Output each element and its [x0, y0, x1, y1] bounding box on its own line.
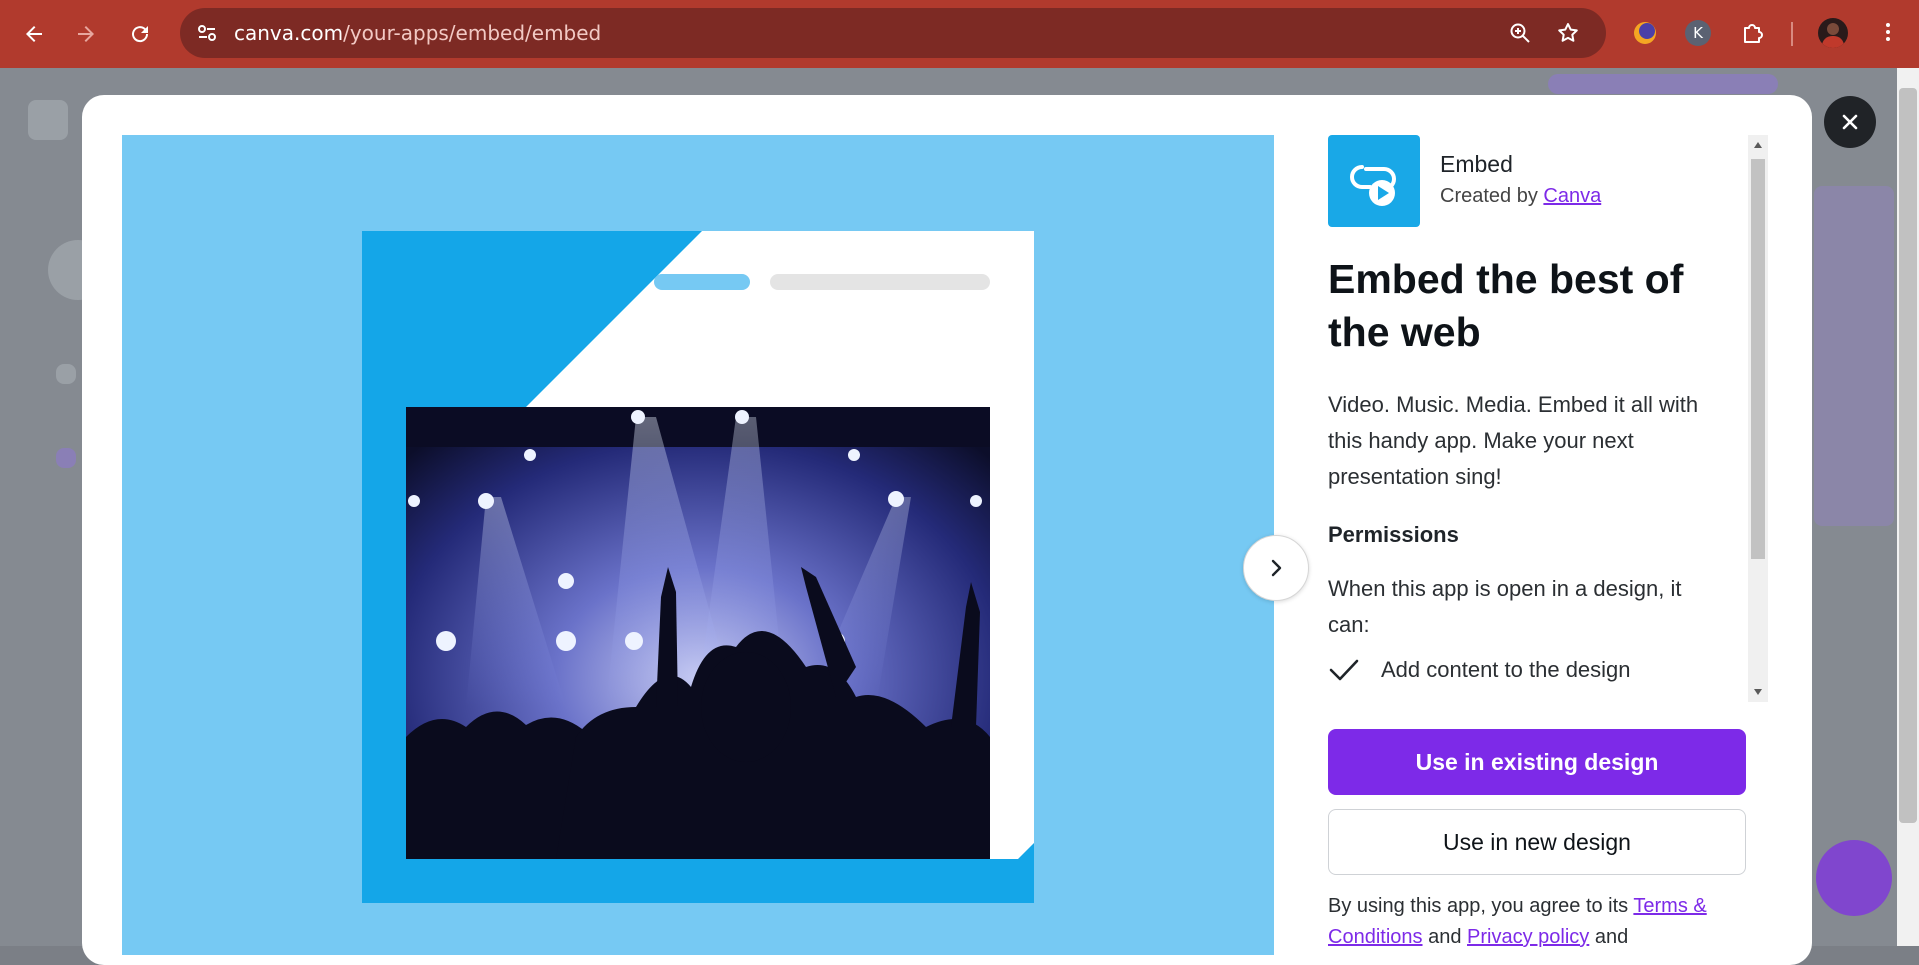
use-in-existing-design-button[interactable]: Use in existing design	[1328, 729, 1746, 795]
close-icon	[1842, 114, 1858, 130]
extensions-puzzle-icon[interactable]	[1740, 20, 1766, 46]
bg-top-bar	[28, 100, 68, 140]
app-description: Video. Music. Media. Embed it all with t…	[1328, 392, 1699, 489]
app-headline: Embed the best of the web	[1328, 256, 1684, 355]
chevron-right-icon	[1271, 559, 1282, 577]
site-settings-icon[interactable]	[196, 22, 218, 44]
bookmark-star-icon[interactable]	[1556, 21, 1580, 45]
app-creator: Created by Canva	[1440, 185, 1601, 208]
info-panel-scrollbar-thumb[interactable]	[1751, 159, 1765, 559]
reload-icon	[132, 26, 149, 43]
url-domain: canva.com	[234, 21, 344, 45]
bg-right-card	[1814, 186, 1894, 526]
profile-k-icon[interactable]: K	[1685, 20, 1711, 46]
link-play-icon	[1350, 165, 1396, 206]
user-avatar[interactable]	[1818, 18, 1848, 48]
permissions-heading: Permissions	[1328, 522, 1459, 547]
forward-arrow-icon	[78, 26, 94, 42]
help-bubble[interactable]	[1816, 840, 1892, 916]
app-name: Embed	[1440, 151, 1513, 177]
app-info-panel: Embed Created by Canva Embed the best of…	[1328, 135, 1748, 705]
terms-and: and	[1428, 926, 1462, 948]
browser-toolbar: canva.com/your-apps/embed/embed K	[0, 0, 1919, 68]
close-modal-button[interactable]	[1824, 96, 1876, 148]
bg-top-right-button	[1548, 74, 1778, 94]
profile-letter: K	[1693, 24, 1703, 42]
url-path: /your-apps/embed/embed	[343, 21, 602, 45]
terms-prefix: By using this app, you agree to its	[1328, 895, 1629, 917]
card-left-band	[362, 231, 406, 903]
card-bottom-band	[362, 859, 1034, 903]
url-text: canva.com/your-apps/embed/embed	[234, 21, 601, 45]
scroll-up-arrow-icon[interactable]	[1753, 141, 1763, 149]
bg-sidebar-item-active	[56, 448, 76, 468]
placeholder-pill-blue	[654, 274, 750, 290]
concert-photo	[406, 407, 990, 859]
extension-color-icon[interactable]	[1632, 20, 1658, 46]
creator-link[interactable]: Canva	[1543, 185, 1601, 207]
app-details-modal: Embed Created by Canva Embed the best of…	[82, 95, 1812, 965]
more-menu-icon[interactable]	[1876, 20, 1900, 44]
preview-card	[362, 231, 1034, 903]
bg-sidebar-item	[56, 364, 76, 384]
embed-app-icon	[1328, 135, 1420, 227]
permissions-intro: When this app is open in a design, it ca…	[1328, 576, 1682, 637]
privacy-policy-link[interactable]: Privacy policy	[1467, 926, 1589, 948]
page-scrollbar-thumb[interactable]	[1899, 88, 1917, 823]
permission-label: Add content to the design	[1381, 657, 1631, 682]
concert-illustration	[406, 407, 990, 859]
terms-suffix: and	[1594, 926, 1629, 948]
zoom-icon[interactable]	[1508, 21, 1532, 45]
carousel-next-button[interactable]	[1243, 535, 1309, 601]
app-preview-carousel	[122, 135, 1274, 955]
toolbar-divider	[1791, 22, 1793, 46]
address-bar[interactable]: canva.com/your-apps/embed/embed	[180, 8, 1606, 58]
info-panel-scrollbar[interactable]	[1748, 135, 1768, 702]
back-button[interactable]	[14, 14, 54, 54]
terms-notice: By using this app, you agree to its Term…	[1328, 891, 1748, 953]
scroll-down-arrow-icon[interactable]	[1753, 688, 1763, 696]
use-in-new-design-button[interactable]: Use in new design	[1328, 809, 1746, 875]
checkmark-icon	[1328, 656, 1364, 684]
back-arrow-icon	[26, 26, 42, 42]
reload-button[interactable]	[120, 14, 160, 54]
permission-item: Add content to the design	[1328, 652, 1728, 688]
placeholder-pill-gray	[770, 274, 990, 290]
created-by-label: Created by	[1440, 185, 1538, 207]
forward-button[interactable]	[66, 14, 106, 54]
